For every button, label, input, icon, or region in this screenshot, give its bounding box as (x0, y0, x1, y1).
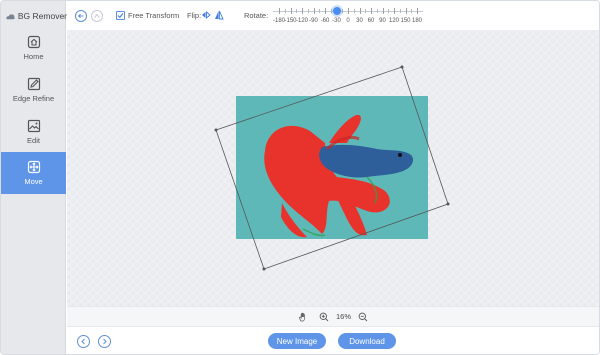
rotate-minor-tick (376, 9, 378, 13)
sidebar-item-label: Move (24, 177, 43, 186)
rotate-slider-knob[interactable] (332, 7, 341, 15)
zoom-out-icon[interactable] (358, 312, 368, 322)
rotate-minor-tick (411, 9, 413, 13)
rotate-label: Rotate: (244, 11, 269, 20)
redo-arrow-icon (94, 13, 100, 18)
zoom-level: 16% (336, 312, 352, 321)
rotate-minor-tick (319, 9, 321, 13)
flip-horizontal-icon[interactable] (201, 10, 211, 20)
rotate-tick (394, 8, 395, 14)
chevron-left-icon (81, 338, 85, 345)
app-logo-icon (6, 13, 15, 19)
sidebar-item-label: Edit (27, 136, 40, 145)
rotate-tick (302, 8, 303, 14)
rotate-tick (382, 8, 384, 14)
zoom-bar: 16% (67, 306, 599, 326)
home-icon (27, 35, 40, 49)
sidebar-item-label: Edge Refine (12, 94, 55, 103)
rotate-tick-label: -90 (309, 18, 318, 24)
sidebar-item-edge-refine[interactable]: Edge Refine (1, 69, 66, 111)
sidebar: BG Remover Home Edge Refine Edit Move (1, 1, 67, 354)
transform-handle[interactable] (446, 202, 450, 206)
rotate-minor-tick (353, 9, 355, 13)
checkmark-icon (117, 13, 124, 19)
rotate-slider[interactable]: -180 -150 -120 -90 -60 -30 0 30 60 90 120 150 180 (273, 6, 423, 26)
undo-button[interactable] (75, 10, 87, 22)
rotate-tick-label: 60 (367, 18, 375, 24)
rotate-tick (371, 8, 372, 14)
rotate-tick-label: -30 (332, 18, 341, 24)
chevron-right-icon (103, 338, 107, 345)
new-image-button[interactable]: New Image (268, 333, 326, 349)
rotate-minor-tick (342, 9, 344, 13)
rotate-tick (290, 8, 292, 14)
toolbar: Free Transform Flip: Rotate: -180 -150 -12… (67, 1, 599, 31)
rotate-tick (279, 8, 280, 14)
flip-label: Flip: (187, 11, 202, 20)
free-transform-checkbox[interactable] (116, 11, 125, 20)
rotate-tick-label: -120 (295, 18, 309, 24)
sidebar-item-move[interactable]: Move (1, 152, 66, 194)
move-icon (27, 160, 40, 174)
transform-handle[interactable] (400, 65, 404, 69)
redo-button[interactable] (91, 10, 103, 22)
previous-button[interactable] (77, 335, 90, 348)
rotate-tick-label: -180 (272, 18, 286, 24)
flip-vertical-icon[interactable] (214, 10, 224, 20)
sidebar-item-edit[interactable]: Edit (1, 111, 66, 153)
rotate-minor-tick (365, 9, 367, 13)
download-button[interactable]: Download (338, 333, 396, 349)
app-name: BG Remover (17, 11, 67, 21)
rotate-tick (359, 8, 361, 14)
image-edit-icon (27, 119, 40, 133)
rotate-tick-label: -150 (284, 18, 297, 24)
rotate-tick (417, 8, 418, 14)
app-title: BG Remover (5, 10, 67, 22)
rotate-tick-label: 0 (346, 18, 350, 24)
rotate-tick-label: 120 (388, 18, 400, 24)
rotate-tick-label: 90 (379, 18, 386, 24)
sidebar-item-home[interactable]: Home (1, 27, 66, 69)
canvas-artwork (214, 65, 450, 271)
hand-pan-icon[interactable] (298, 312, 308, 322)
image-canvas[interactable] (67, 31, 599, 306)
sidebar-item-label: Home (23, 52, 44, 61)
rotate-minor-tick (284, 9, 286, 13)
rotate-tick-label: -60 (320, 18, 330, 24)
transform-handle[interactable] (214, 128, 218, 132)
rotate-slider-values: -180 -150 -120 -90 -60 -30 0 30 60 90 120 150 180 (273, 17, 423, 26)
undo-arrow-icon (77, 13, 84, 19)
rotate-minor-tick (399, 9, 401, 13)
rotate-tick-label: 180 (411, 18, 423, 24)
rotate-tick (325, 8, 326, 14)
app-window: BG Remover Home Edge Refine Edit Move Fr… (0, 0, 600, 355)
transform-handle[interactable] (262, 267, 266, 271)
rotate-tick (313, 8, 315, 14)
zoom-in-icon[interactable] (319, 312, 329, 322)
rotate-tick-label: 30 (356, 18, 363, 24)
rotate-minor-tick (307, 9, 309, 13)
bottom-bar: New Image Download (67, 326, 599, 354)
next-button[interactable] (98, 335, 111, 348)
rotate-slider-ticks (273, 8, 423, 14)
pen-icon (27, 77, 40, 91)
free-transform-label: Free Transform (128, 11, 180, 20)
rotate-minor-tick (330, 9, 332, 13)
rotate-minor-tick (388, 9, 390, 13)
rotate-tick-label: 150 (400, 18, 411, 24)
rotate-minor-tick (296, 9, 298, 13)
rotate-tick (348, 8, 349, 14)
rotate-tick (405, 8, 407, 14)
